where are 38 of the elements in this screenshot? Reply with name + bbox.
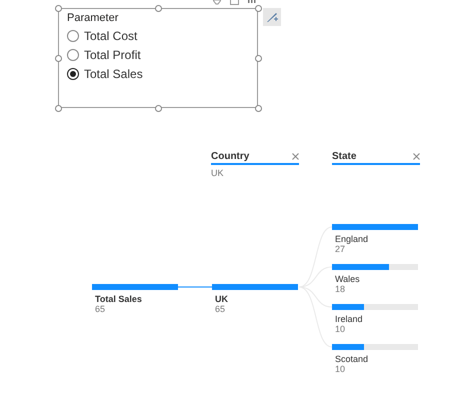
- connector-line: [178, 286, 212, 288]
- resize-handle[interactable]: [55, 5, 62, 12]
- node-label[interactable]: England: [335, 234, 418, 244]
- slicer-title: Parameter: [67, 12, 120, 24]
- node-value: 65: [95, 304, 106, 314]
- level-header: Country: [211, 151, 250, 162]
- level-header: State: [332, 151, 356, 162]
- resize-handle[interactable]: [155, 105, 162, 112]
- filter-icon[interactable]: [213, 0, 221, 5]
- close-icon[interactable]: [292, 153, 299, 160]
- node-label: Total Sales: [95, 294, 143, 304]
- node-label[interactable]: Scotand: [335, 354, 418, 364]
- node-value: 10: [335, 364, 346, 374]
- radio-button[interactable]: [67, 68, 79, 80]
- node-label[interactable]: UK: [215, 294, 298, 304]
- resize-handle[interactable]: [155, 5, 162, 12]
- node-label[interactable]: Ireland: [335, 314, 418, 324]
- resize-handle[interactable]: [255, 55, 262, 62]
- option-label: Total Cost: [84, 28, 138, 42]
- radio-button[interactable]: [67, 30, 79, 42]
- node-value: 10: [335, 324, 346, 334]
- resize-handle[interactable]: [255, 105, 262, 112]
- edit-button[interactable]: [263, 8, 281, 26]
- close-icon[interactable]: [413, 153, 420, 160]
- brush-icon: [265, 10, 279, 24]
- node-value: 65: [215, 304, 226, 314]
- resize-handle[interactable]: [55, 105, 62, 112]
- focus-icon[interactable]: [230, 0, 239, 5]
- option-label: Total Profit: [84, 48, 141, 62]
- level-filter: UK: [211, 168, 225, 178]
- node-label[interactable]: Wales: [335, 274, 418, 284]
- resize-handle[interactable]: [255, 5, 262, 12]
- option-label: Total Sales: [84, 66, 143, 80]
- node-value: 18: [335, 284, 346, 294]
- more-icon[interactable]: [248, 0, 256, 4]
- node-value: 27: [335, 244, 346, 254]
- resize-handle[interactable]: [55, 55, 62, 62]
- radio-button[interactable]: [67, 48, 79, 60]
